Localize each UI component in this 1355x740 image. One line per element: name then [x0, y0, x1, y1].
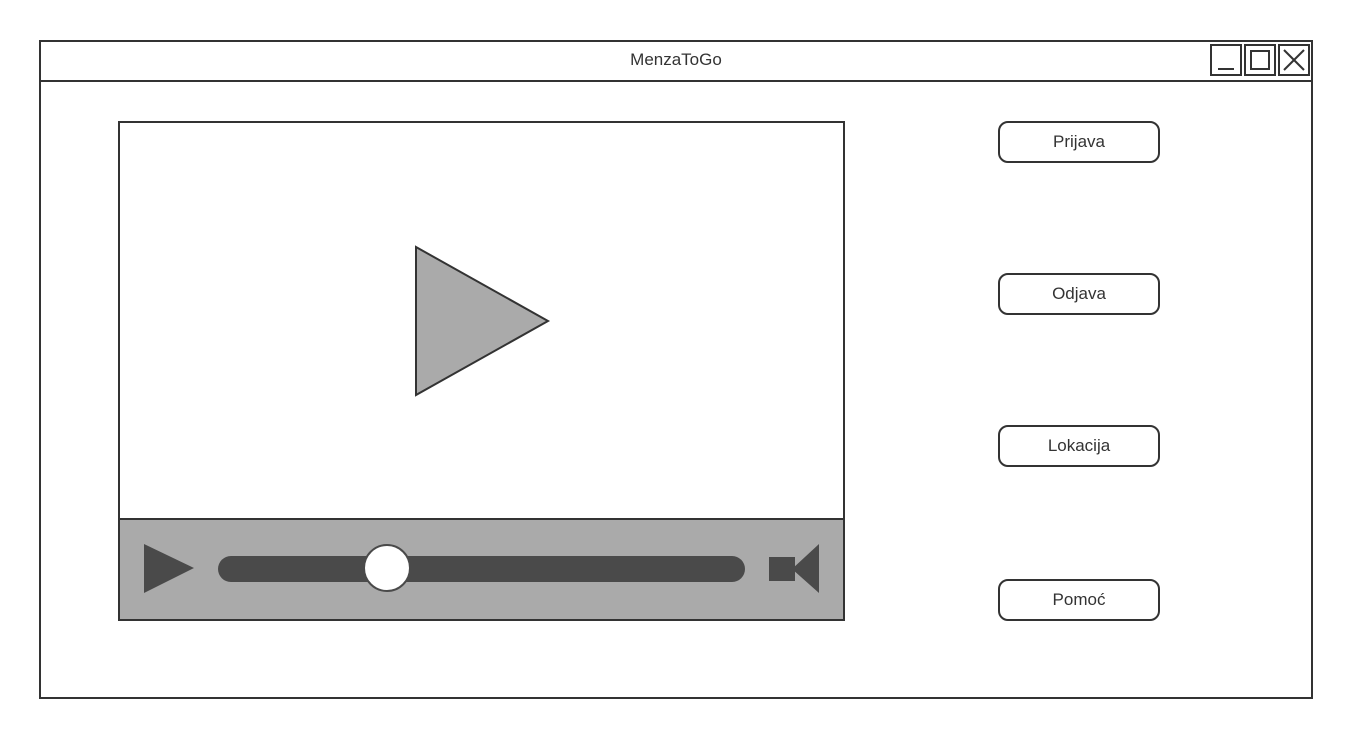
seek-bar[interactable] — [218, 544, 745, 592]
lokacija-button[interactable]: Lokacija — [998, 425, 1160, 467]
play-icon[interactable] — [414, 245, 554, 401]
play-icon[interactable] — [143, 543, 197, 597]
maximize-icon — [1250, 50, 1270, 70]
speaker-icon[interactable] — [768, 543, 822, 597]
player-control-bar — [120, 518, 843, 619]
video-screen[interactable] — [120, 123, 843, 520]
video-player[interactable] — [118, 121, 845, 621]
odjava-button[interactable]: Odjava — [998, 273, 1160, 315]
close-button[interactable] — [1278, 44, 1310, 76]
prijava-button[interactable]: Prijava — [998, 121, 1160, 163]
app-window: MenzaToGo Prijava Odjava Lokacija Pomoć — [39, 40, 1313, 699]
maximize-button[interactable] — [1244, 44, 1276, 76]
seek-handle[interactable] — [362, 544, 411, 592]
minimize-icon — [1218, 68, 1234, 70]
close-icon — [1283, 49, 1305, 71]
pomoc-button[interactable]: Pomoć — [998, 579, 1160, 621]
window-title: MenzaToGo — [630, 50, 722, 69]
title-bar[interactable]: MenzaToGo — [41, 42, 1311, 82]
minimize-button[interactable] — [1210, 44, 1242, 76]
window-controls — [1210, 44, 1310, 76]
